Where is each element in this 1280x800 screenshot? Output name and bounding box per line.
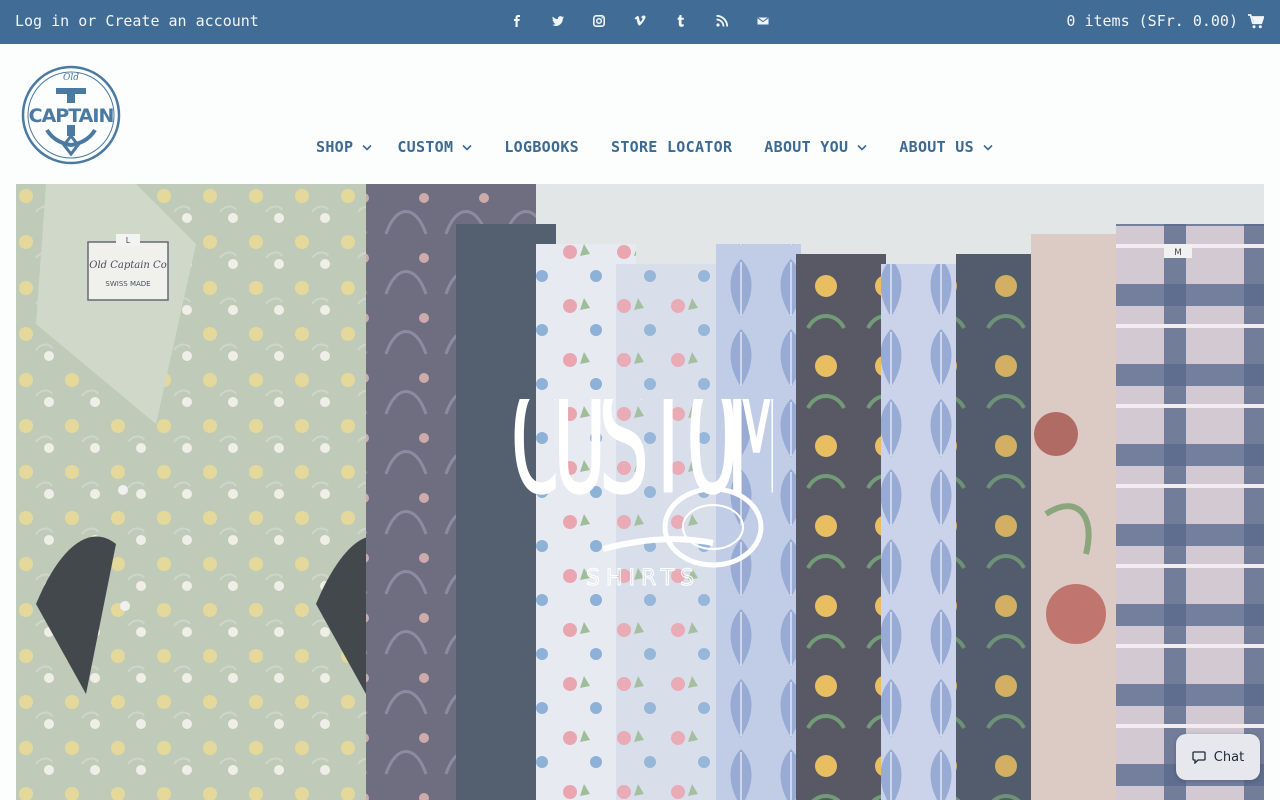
nav-item-about-us[interactable]: ABOUT US xyxy=(899,138,993,156)
cart-icon xyxy=(1248,13,1264,28)
nav-item-label: ABOUT US xyxy=(899,138,974,156)
twitter-icon[interactable] xyxy=(546,12,570,30)
create-account-link[interactable]: Create an account xyxy=(105,12,259,30)
social-links xyxy=(505,12,792,32)
chat-bubble-icon xyxy=(1192,751,1206,764)
nav-item-store-locator[interactable]: STORE LOCATOR xyxy=(611,138,732,156)
nav-item-shop[interactable]: SHOP xyxy=(316,138,372,156)
top-bar: Log in or Create an account 0 items (SFr… xyxy=(0,0,1280,44)
chevron-down-icon xyxy=(362,144,372,151)
cart-summary: 0 items (SFr. 0.00) xyxy=(1066,12,1238,30)
cart-link[interactable]: 0 items (SFr. 0.00) xyxy=(1066,12,1264,30)
hero-title: CUSTOM xyxy=(513,399,773,529)
anchor-logo-icon: Old CAPTAIN xyxy=(21,65,121,165)
chat-label: Chat xyxy=(1213,749,1245,765)
account-links: Log in or Create an account xyxy=(15,12,259,30)
chevron-down-icon xyxy=(983,144,993,151)
email-icon[interactable] xyxy=(751,12,775,30)
nav-item-custom[interactable]: CUSTOM xyxy=(397,138,472,156)
login-link[interactable]: Log in xyxy=(15,12,69,30)
tumblr-icon[interactable] xyxy=(669,12,693,30)
site-logo[interactable]: Old CAPTAIN xyxy=(20,64,122,166)
logo-small-text: Old xyxy=(63,73,79,83)
nav-item-label: ABOUT YOU xyxy=(764,138,849,156)
nav-item-label: STORE LOCATOR xyxy=(610,138,733,156)
main-nav: SHOP CUSTOM LOGBOOKS STORE LOCATOR ABOUT… xyxy=(316,138,993,156)
chevron-down-icon xyxy=(857,144,867,151)
rss-icon[interactable] xyxy=(710,12,734,30)
instagram-icon[interactable] xyxy=(587,12,611,30)
site-header: Old CAPTAIN SHOP CUSTOM LOGBOOKS STORE L… xyxy=(0,44,1280,184)
logo-main-text: CAPTAIN xyxy=(29,105,114,127)
nav-item-label: SHOP xyxy=(316,138,354,156)
chevron-down-icon xyxy=(462,144,472,151)
custom-shirts-logo: CUSTOM SHIRTS xyxy=(513,399,773,589)
vimeo-icon[interactable] xyxy=(628,12,652,30)
hero-subtitle: SHIRTS xyxy=(586,566,700,589)
or-text: or xyxy=(78,12,97,30)
chat-button[interactable]: Chat xyxy=(1176,734,1260,780)
hero-banner[interactable]: Old Captain Co SWISS MADE L M CUSTOM SHI… xyxy=(16,184,1264,800)
nav-item-label: CUSTOM xyxy=(397,138,454,156)
nav-item-logbooks[interactable]: LOGBOOKS xyxy=(504,138,579,156)
facebook-icon[interactable] xyxy=(505,12,529,30)
nav-item-about-you[interactable]: ABOUT YOU xyxy=(764,138,867,156)
nav-item-label: LOGBOOKS xyxy=(504,138,579,156)
